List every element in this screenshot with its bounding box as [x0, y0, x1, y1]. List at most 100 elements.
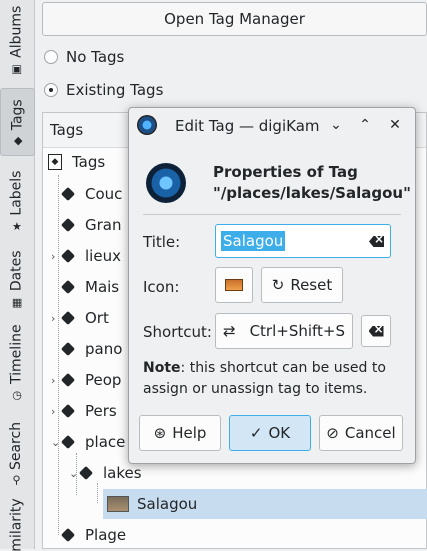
clear-shortcut-button[interactable]: [361, 315, 391, 347]
cancel-button[interactable]: ⊘ Cancel: [319, 415, 403, 451]
dialog-titlebar[interactable]: Edit Tag — digiKam ⌄ ⌃ ✕: [129, 108, 415, 142]
note-text: Note: this shortcut can be used to assig…: [143, 358, 405, 400]
digikam-app-icon: [137, 115, 157, 135]
tag-icon: [63, 436, 77, 448]
tag-root-icon: ◆: [48, 154, 62, 170]
shortcut-button[interactable]: ⇄ Ctrl+Shift+S: [215, 313, 353, 349]
title-label: Title:: [143, 233, 181, 251]
tree-item-label: Pers: [85, 402, 117, 420]
tab-labels[interactable]: ★ Labels: [0, 162, 33, 240]
tag-icon: [63, 374, 77, 386]
reset-button[interactable]: ↻ Reset: [261, 267, 343, 303]
camera-lens-icon: [146, 163, 186, 203]
radio-label: Existing Tags: [66, 81, 164, 99]
edit-tag-dialog: Edit Tag — digiKam ⌄ ⌃ ✕ Properties of T…: [128, 107, 416, 464]
maximize-icon[interactable]: ⌃: [355, 115, 375, 135]
tab-label: Labels: [8, 170, 25, 216]
tab-label: milarity: [8, 497, 25, 551]
tag-icon: [63, 312, 77, 324]
reset-label: Reset: [290, 276, 333, 294]
cancel-label: Cancel: [344, 424, 396, 442]
tag-icon: [63, 343, 77, 355]
tree-item-label: Ort: [85, 309, 109, 327]
note-bold: Note: [143, 360, 181, 376]
open-tag-manager-button[interactable]: Open Tag Manager: [42, 2, 427, 36]
vertical-sidebar: ▣ Albums ◆ Tags ★ Labels ▦ Dates ◷ Timeline ⚲…: [0, 0, 35, 551]
help-icon: ⊛: [153, 424, 167, 442]
calendar-icon: ▦: [11, 295, 22, 309]
shortcut-label: Shortcut:: [143, 323, 212, 341]
tab-label: Tags: [9, 99, 26, 131]
heading-line1: Properties of Tag: [213, 163, 358, 181]
album-icon: ▣: [11, 62, 22, 76]
tag-icon: [63, 188, 77, 200]
tree-item[interactable]: › Peop: [51, 365, 121, 395]
tab-label: Dates: [8, 250, 25, 292]
tree-item-label: place: [85, 433, 126, 451]
tree-item-label: Peop: [85, 371, 122, 389]
tab-label: Albums: [8, 5, 25, 58]
timeline-icon: ◷: [11, 388, 22, 402]
clear-icon[interactable]: [369, 236, 384, 247]
tab-label: Search: [8, 421, 25, 471]
tree-item-label: Gran: [85, 216, 122, 234]
radio-existing-tags[interactable]: Existing Tags: [44, 81, 163, 99]
tree-header-label: Tags: [50, 121, 84, 139]
icon-picker-button[interactable]: [215, 267, 253, 303]
tree-item-label: Mais: [85, 278, 120, 296]
tab-similarity[interactable]: milarity: [0, 497, 33, 551]
title-input[interactable]: Salagou: [215, 224, 391, 258]
tree-item[interactable]: Mais: [51, 272, 119, 302]
ok-button[interactable]: ✓ OK: [229, 415, 311, 451]
tree-item-salagou[interactable]: Salagou: [103, 489, 427, 519]
separator: [143, 214, 401, 215]
tag-icon: [81, 467, 95, 479]
tag-icon: ◆: [13, 134, 22, 147]
tree-item[interactable]: › Pers: [51, 396, 117, 426]
tag-icon: [63, 529, 77, 541]
tag-thumbnail-icon: [225, 279, 243, 291]
tree-item[interactable]: Plage: [51, 520, 126, 550]
tab-timeline[interactable]: ◷ Timeline: [0, 318, 33, 406]
tag-icon: [63, 250, 77, 262]
tree-item[interactable]: › Ort: [51, 303, 109, 333]
tag-icon: [63, 281, 77, 293]
radio-circle[interactable]: [44, 50, 58, 64]
heading-line2: "/places/lakes/Salagou": [213, 184, 411, 202]
shortcut-value: Ctrl+Shift+S: [249, 322, 346, 340]
tree-item-label: Plage: [85, 526, 127, 544]
tree-item-tags-root[interactable]: ◆ Tags: [48, 147, 105, 177]
radio-circle[interactable]: [44, 83, 58, 97]
photo-thumbnail-icon: [107, 496, 129, 512]
title-value[interactable]: Salagou: [221, 231, 286, 251]
tag-icon: [63, 405, 77, 417]
reset-icon: ↻: [271, 276, 285, 294]
tree-item[interactable]: Couc: [51, 179, 122, 209]
cancel-icon: ⊘: [326, 424, 339, 442]
ok-label: OK: [268, 424, 291, 442]
tab-label: Timeline: [8, 324, 25, 384]
checkmark-icon: ✓: [249, 424, 263, 442]
close-icon[interactable]: ✕: [385, 115, 405, 135]
tree-item[interactable]: Gran: [51, 210, 122, 240]
tree-item-places[interactable]: ⌄ place: [51, 427, 125, 457]
tab-search[interactable]: ⚲ Search: [0, 412, 33, 494]
dialog-title: Edit Tag — digiKam: [175, 117, 320, 135]
tree-item[interactable]: › lieux: [51, 241, 121, 271]
tab-dates[interactable]: ▦ Dates: [0, 244, 33, 314]
tree-item-label: pano: [85, 340, 123, 358]
tree-item-label: Salagou: [137, 495, 198, 513]
tree-item-label: lakes: [103, 464, 142, 482]
clear-icon: [368, 325, 384, 337]
help-button[interactable]: ⊛ Help: [139, 415, 221, 451]
tree-item-label: lieux: [85, 247, 121, 265]
tab-tags[interactable]: ◆ Tags: [0, 88, 35, 156]
help-label: Help: [172, 424, 207, 442]
star-icon: ★: [11, 220, 22, 234]
radio-no-tags[interactable]: No Tags: [44, 48, 124, 66]
tab-albums[interactable]: ▣ Albums: [0, 0, 33, 80]
tree-item[interactable]: pano: [51, 334, 122, 364]
tree-item-label: Couc: [85, 185, 123, 203]
tree-item-label: Tags: [72, 153, 106, 171]
chevron-down-icon[interactable]: ⌄: [326, 115, 346, 135]
